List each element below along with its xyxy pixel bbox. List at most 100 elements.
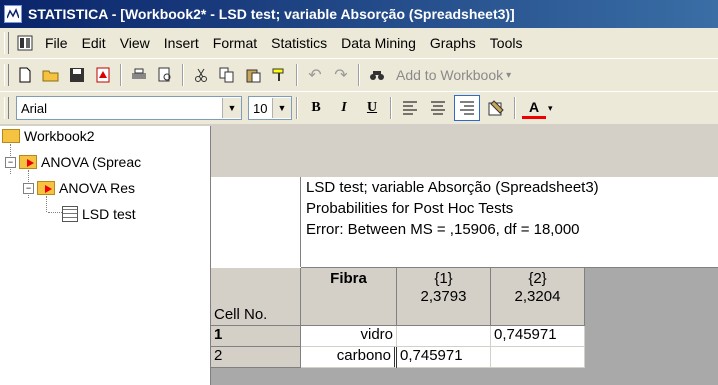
menu-edit[interactable]: Edit bbox=[75, 35, 113, 51]
formatting-toolbar: Arial ▼ 10 ▼ B I U A ▾ bbox=[0, 92, 718, 124]
tree-item-label: Workbook2 bbox=[24, 128, 95, 144]
empty-area bbox=[211, 368, 718, 385]
menu-insert[interactable]: Insert bbox=[157, 35, 206, 51]
collapse-icon[interactable]: − bbox=[23, 182, 34, 194]
grip-handle[interactable] bbox=[4, 32, 9, 54]
new-file-icon[interactable] bbox=[13, 63, 37, 87]
folder-icon bbox=[37, 181, 55, 195]
cell-no-label: Cell No. bbox=[214, 306, 268, 323]
collapse-icon[interactable]: − bbox=[5, 156, 16, 168]
column-header-1[interactable]: {1} 2,3793 bbox=[397, 268, 491, 326]
undo-icon[interactable]: ↶ bbox=[303, 63, 327, 87]
document-menu-icon[interactable] bbox=[13, 31, 37, 55]
bold-icon[interactable]: B bbox=[304, 96, 328, 120]
underline-icon[interactable]: U bbox=[360, 96, 384, 120]
menu-bar: File Edit View Insert Format Statistics … bbox=[0, 28, 718, 59]
title-bar: STATISTICA - [Workbook2* - LSD test; var… bbox=[0, 0, 718, 28]
cell-properties-icon[interactable] bbox=[484, 96, 508, 120]
save-icon[interactable] bbox=[65, 63, 89, 87]
print-preview-icon[interactable] bbox=[153, 63, 177, 87]
grip-handle[interactable] bbox=[4, 64, 9, 86]
menu-data-mining[interactable]: Data Mining bbox=[334, 35, 423, 51]
separator bbox=[358, 64, 360, 86]
empty-area bbox=[585, 347, 718, 368]
chevron-down-icon[interactable]: ▼ bbox=[222, 98, 241, 118]
folder-icon bbox=[2, 129, 20, 143]
font-color-dropdown-icon[interactable]: ▾ bbox=[548, 103, 553, 114]
folder-icon bbox=[19, 155, 37, 169]
font-color-icon[interactable]: A bbox=[522, 98, 546, 119]
font-size-value: 10 bbox=[253, 100, 268, 116]
tree-line bbox=[46, 196, 47, 212]
column-header-top: {1} bbox=[434, 270, 453, 287]
spreadsheet: LSD test; variable Absorção (Spreadsheet… bbox=[211, 177, 718, 385]
menu-statistics[interactable]: Statistics bbox=[264, 35, 334, 51]
format-painter-icon[interactable] bbox=[267, 63, 291, 87]
column-header-fibra[interactable]: Fibra bbox=[301, 268, 397, 326]
separator bbox=[296, 64, 298, 86]
separator bbox=[182, 64, 184, 86]
italic-icon[interactable]: I bbox=[332, 96, 356, 120]
find-icon[interactable] bbox=[365, 63, 389, 87]
align-left-icon[interactable] bbox=[398, 96, 422, 120]
row-header[interactable]: 1 bbox=[211, 326, 301, 347]
tree-item-label: ANOVA (Spreac bbox=[41, 154, 142, 170]
column-header-top: Fibra bbox=[330, 270, 367, 287]
redo-icon[interactable]: ↷ bbox=[329, 63, 353, 87]
align-right-icon[interactable] bbox=[454, 95, 480, 121]
cut-icon[interactable] bbox=[189, 63, 213, 87]
menu-view[interactable]: View bbox=[113, 35, 157, 51]
separator bbox=[390, 97, 392, 119]
tree-item-anova[interactable]: − ANOVA (Spreac bbox=[5, 154, 141, 170]
column-header-top: {2} bbox=[528, 270, 547, 287]
cell-no-header[interactable]: Cell No. bbox=[211, 268, 301, 326]
cell-col1[interactable]: 0,745971 bbox=[397, 347, 491, 368]
column-header-bottom: 2,3793 bbox=[420, 288, 467, 305]
align-center-icon[interactable] bbox=[426, 96, 450, 120]
tree-item-anova-results[interactable]: − ANOVA Res bbox=[23, 180, 135, 196]
empty-area bbox=[585, 326, 718, 347]
column-header-bottom: 2,3204 bbox=[514, 288, 561, 305]
separator bbox=[120, 64, 122, 86]
menu-format[interactable]: Format bbox=[206, 35, 264, 51]
separator bbox=[514, 97, 516, 119]
spreadsheet-icon bbox=[62, 206, 78, 222]
corner-cell bbox=[211, 177, 301, 267]
font-name-value: Arial bbox=[21, 100, 48, 116]
tree-line bbox=[48, 212, 62, 213]
tree-item-lsd-test[interactable]: LSD test bbox=[62, 206, 136, 222]
cell-col1[interactable] bbox=[397, 326, 491, 347]
workbook-tree: Workbook2 − ANOVA (Spreac − ANOVA Res LS… bbox=[0, 126, 211, 385]
open-folder-icon[interactable] bbox=[39, 63, 63, 87]
print-icon[interactable] bbox=[127, 63, 151, 87]
tree-item-label: ANOVA Res bbox=[59, 180, 135, 196]
standard-toolbar: ↶ ↷ Add to Workbook ▾ bbox=[0, 59, 718, 92]
cell-fibra[interactable]: vidro bbox=[301, 326, 397, 347]
separator bbox=[296, 97, 298, 119]
column-header-2[interactable]: {2} 2,3204 bbox=[491, 268, 585, 326]
tree-item-label: LSD test bbox=[82, 206, 136, 222]
font-name-select[interactable]: Arial ▼ bbox=[16, 96, 242, 120]
header-line: Error: Between MS = ,15906, df = 18,000 bbox=[306, 221, 580, 238]
cell-col2[interactable]: 0,745971 bbox=[491, 326, 585, 347]
add-to-workbook-button[interactable]: Add to Workbook bbox=[396, 67, 503, 83]
header-line: Probabilities for Post Hoc Tests bbox=[306, 200, 514, 217]
window-title: STATISTICA - [Workbook2* - LSD test; var… bbox=[28, 6, 515, 22]
row-header[interactable]: 2 bbox=[211, 347, 301, 368]
menu-graphs[interactable]: Graphs bbox=[423, 35, 483, 51]
add-to-workbook-dropdown-icon[interactable]: ▾ bbox=[506, 70, 511, 81]
paste-icon[interactable] bbox=[241, 63, 265, 87]
menu-tools[interactable]: Tools bbox=[483, 35, 530, 51]
grip-handle[interactable] bbox=[4, 97, 9, 119]
chevron-down-icon[interactable]: ▼ bbox=[272, 98, 291, 118]
tree-item-workbook[interactable]: Workbook2 bbox=[2, 128, 95, 144]
menu-file[interactable]: File bbox=[38, 35, 75, 51]
cell-fibra[interactable]: carbono bbox=[301, 347, 397, 368]
app-icon bbox=[4, 5, 22, 23]
sheet-header: LSD test; variable Absorção (Spreadsheet… bbox=[301, 177, 718, 267]
copy-icon[interactable] bbox=[215, 63, 239, 87]
pdf-icon[interactable] bbox=[91, 63, 115, 87]
header-line: LSD test; variable Absorção (Spreadsheet… bbox=[306, 179, 599, 196]
cell-col2[interactable] bbox=[491, 347, 585, 368]
font-size-select[interactable]: 10 ▼ bbox=[248, 96, 292, 120]
